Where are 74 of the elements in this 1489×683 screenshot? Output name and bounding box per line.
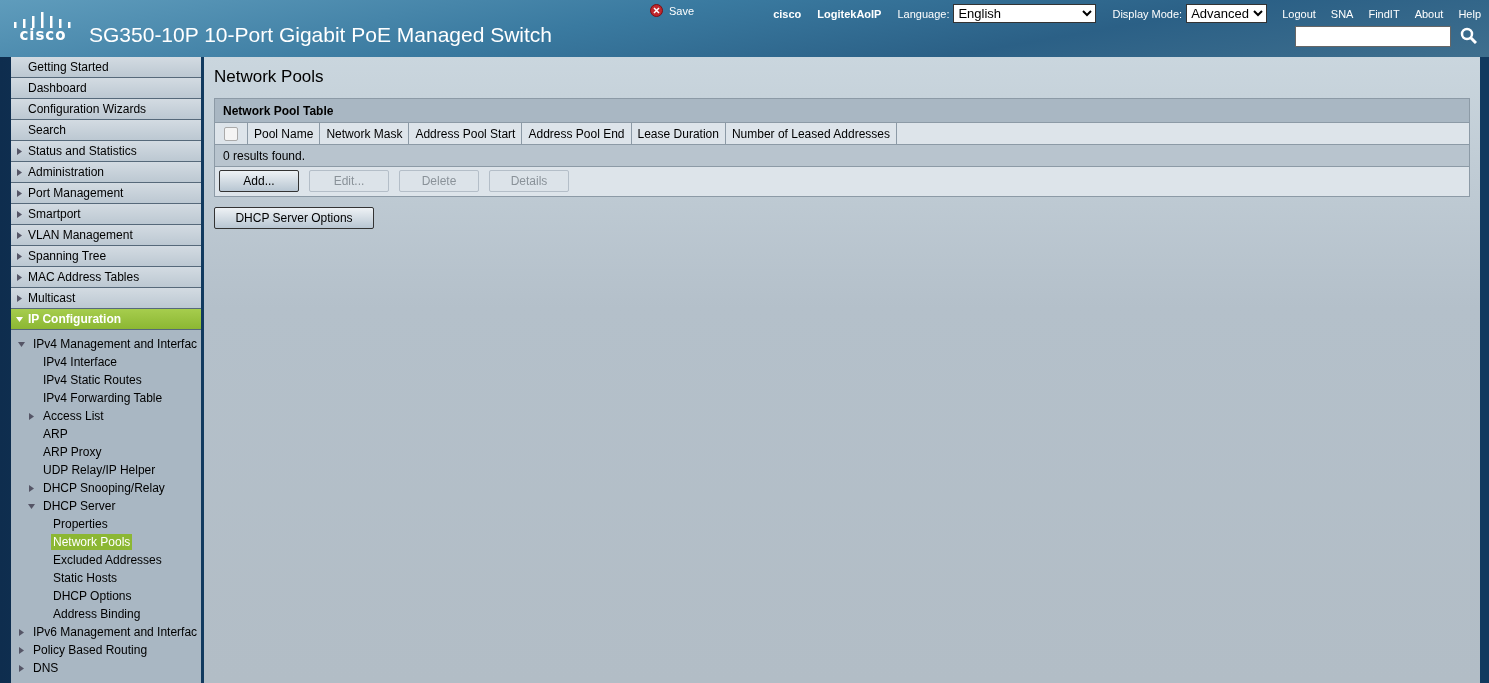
table-title: Network Pool Table [215,99,1469,123]
nav-item[interactable]: Spanning Tree [11,246,201,267]
nav-item[interactable]: Access List [41,408,106,424]
column-header: Network Mask [320,123,410,144]
nav-item[interactable]: Dashboard [11,78,201,99]
column-header: Address Pool Start [409,123,523,144]
expand-arrow-icon[interactable] [16,645,26,655]
search-icon[interactable] [1460,27,1477,44]
expand-arrow-icon[interactable] [16,627,26,637]
action-button[interactable]: Add... [219,170,299,192]
nav-item[interactable]: IPv6 Management and Interfac [31,624,200,640]
expand-arrow-icon[interactable] [15,167,24,177]
display-mode-label: Display Mode: [1112,7,1183,20]
logo-text: cisco [19,28,67,43]
collapse-arrow-icon[interactable] [26,501,36,511]
nav-item[interactable]: Search [11,120,201,141]
language-dropdown[interactable]: English [953,4,1097,23]
expand-arrow-icon[interactable] [15,146,24,156]
nav-item[interactable]: Static Hosts [51,570,120,586]
nav-item[interactable]: Properties [51,516,110,532]
nav-item[interactable]: DHCP Options [51,588,134,604]
logo-bars-icon [12,12,74,28]
column-header: Lease Duration [631,123,726,144]
nav-item[interactable]: Address Binding [51,606,143,622]
expand-arrow-icon[interactable] [15,251,24,261]
expand-arrow-icon[interactable] [15,188,24,198]
collapse-arrow-icon[interactable] [16,339,26,349]
expand-arrow-icon[interactable] [26,411,36,421]
nav-item[interactable]: IPv4 Management and Interfac [31,336,200,352]
nav-item[interactable]: Administration [11,162,201,183]
nav-item[interactable]: Policy Based Routing [31,642,150,658]
dhcp-options-button[interactable]: DHCP Server Options [214,207,374,229]
expand-arrow-icon[interactable] [15,272,24,282]
nav-item[interactable]: IPv4 Static Routes [41,372,144,388]
page-heading: Network Pools [214,67,325,87]
page-title: SG350-10P 10-Port Gigabit PoE Managed Switch [89,23,553,47]
nav-item[interactable]: DNS [31,660,61,676]
nav-item[interactable]: IPv4 Interface [41,354,120,370]
column-header: Number of Leased Addresses [725,123,897,144]
nav-item[interactable]: Smartport [11,204,201,225]
select-all-checkbox[interactable] [224,126,238,141]
nav-item[interactable]: Multicast [11,288,201,309]
error-icon [650,4,663,17]
header-link[interactable]: Help [1458,7,1481,20]
header-link[interactable]: Logout [1282,7,1316,20]
expand-arrow-icon[interactable] [15,293,24,303]
nav-item[interactable]: VLAN Management [11,225,201,246]
header-link[interactable]: FindIT [1368,7,1400,20]
search-field[interactable] [1295,26,1451,47]
nav-item[interactable]: Port Management [11,183,201,204]
language-label: Language: [897,7,950,20]
expand-arrow-icon[interactable] [26,483,36,493]
header-link[interactable]: SNA [1330,7,1354,20]
column-header: Pool Name [248,123,321,144]
user-name: cisco [773,7,802,20]
nav-item[interactable]: ARP [41,426,70,442]
nav-item[interactable]: MAC Address Tables [11,267,201,288]
nav-item[interactable]: ARP Proxy [41,444,104,460]
nav-item[interactable]: Configuration Wizards [11,99,201,120]
expand-arrow-icon[interactable] [15,209,24,219]
column-header: Address Pool End [522,123,632,144]
nav-item[interactable]: UDP Relay/IP Helper [41,462,158,478]
nav-item[interactable]: DHCP Snooping/Relay [41,480,167,496]
save-link[interactable]: Save [669,4,695,17]
expand-arrow-icon[interactable] [16,663,26,673]
expand-arrow-icon[interactable] [15,230,24,240]
header-link[interactable]: About [1414,7,1444,20]
nav-item[interactable]: IPv4 Forwarding Table [41,390,165,406]
device-name: LogitekAoIP [817,7,882,20]
display-mode-dropdown[interactable]: Advanced [1186,4,1268,23]
nav-item[interactable]: Status and Statistics [11,141,201,162]
nav-item[interactable]: DHCP Server [41,498,118,514]
nav-item[interactable]: Getting Started [11,57,201,78]
nav-item[interactable]: Excluded Addresses [51,552,164,568]
